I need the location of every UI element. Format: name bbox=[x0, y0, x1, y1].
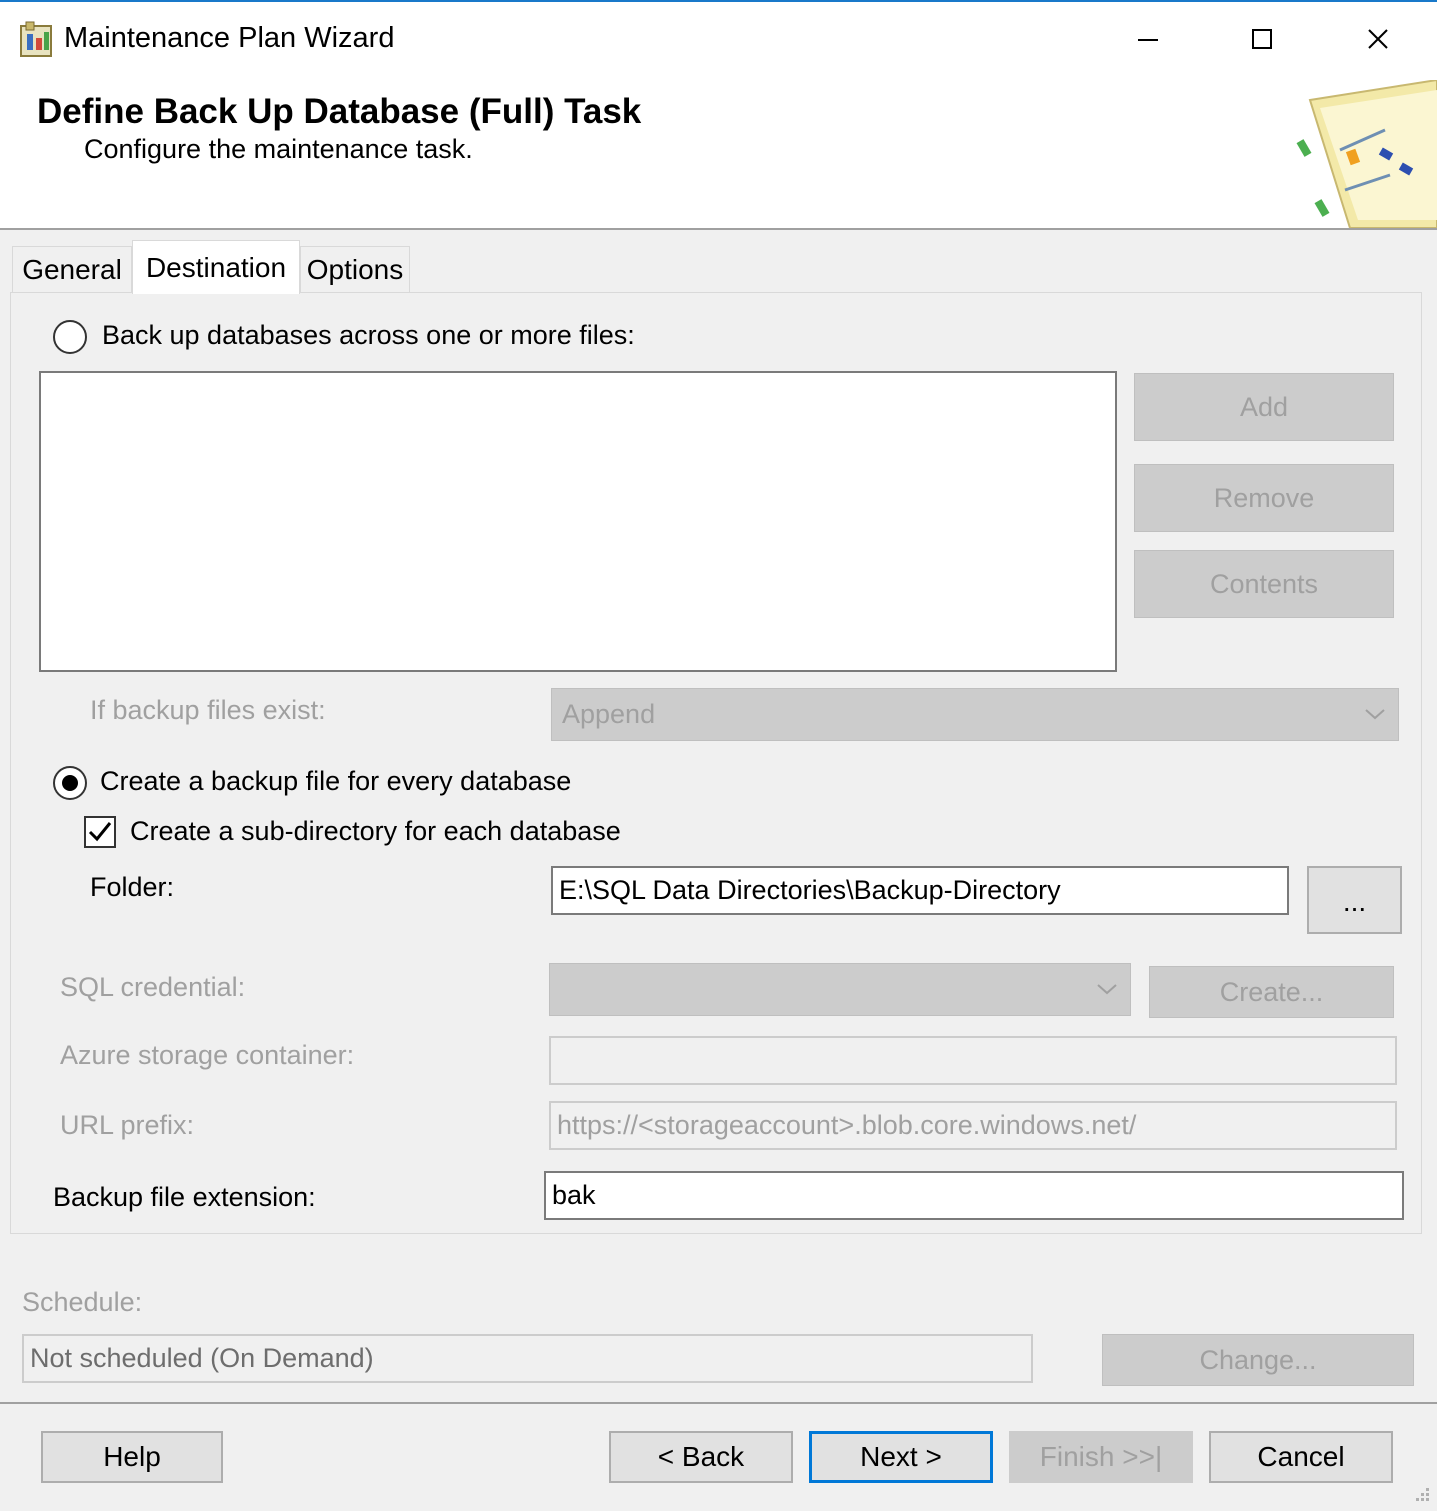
cancel-button-label: Cancel bbox=[1257, 1441, 1345, 1472]
next-button-label: Next > bbox=[860, 1441, 942, 1472]
azure-container-input[interactable] bbox=[549, 1036, 1397, 1085]
backup-extension-input[interactable]: bak bbox=[544, 1171, 1404, 1220]
sql-credential-label: SQL credential: bbox=[60, 972, 246, 1002]
finish-button-label: Finish >>| bbox=[1039, 1441, 1163, 1472]
header-divider bbox=[0, 228, 1437, 230]
backup-extension-label: Backup file extension: bbox=[53, 1182, 316, 1212]
chevron-down-icon bbox=[1365, 709, 1385, 720]
add-button-label: Add bbox=[1239, 391, 1289, 422]
help-button[interactable]: Help bbox=[41, 1431, 223, 1483]
tab-label: General bbox=[22, 253, 122, 285]
contents-button[interactable]: Contents bbox=[1134, 550, 1394, 618]
change-schedule-button[interactable]: Change... bbox=[1102, 1334, 1414, 1386]
next-button[interactable]: Next > bbox=[809, 1431, 993, 1483]
backup-files-list[interactable] bbox=[39, 371, 1117, 672]
resize-grip-icon[interactable] bbox=[1412, 1486, 1432, 1506]
radio-selected-dot bbox=[62, 775, 78, 791]
back-button[interactable]: < Back bbox=[609, 1431, 793, 1483]
across-files-label: Back up databases across one or more fil… bbox=[102, 320, 635, 350]
maintenance-plan-icon bbox=[18, 20, 58, 60]
backup-extension-value: bak bbox=[552, 1180, 596, 1210]
schedule-label: Schedule: bbox=[22, 1287, 143, 1317]
if-exist-label: If backup files exist: bbox=[90, 695, 326, 725]
add-button[interactable]: Add bbox=[1134, 373, 1394, 441]
if-exist-dropdown[interactable]: Append bbox=[551, 688, 1399, 741]
create-credential-button[interactable]: Create... bbox=[1149, 966, 1394, 1018]
tab-options[interactable]: Options bbox=[300, 246, 410, 292]
close-button[interactable] bbox=[1320, 10, 1435, 68]
tab-label: Destination bbox=[145, 251, 287, 283]
close-icon bbox=[1367, 29, 1388, 49]
back-button-label: < Back bbox=[657, 1441, 745, 1472]
footer-divider bbox=[0, 1402, 1437, 1404]
folder-input[interactable]: E:\SQL Data Directories\Backup-Directory bbox=[551, 866, 1289, 915]
every-db-radio[interactable] bbox=[53, 766, 87, 800]
if-exist-value: Append bbox=[562, 699, 656, 729]
url-prefix-input[interactable]: https://<storageaccount>.blob.core.windo… bbox=[549, 1101, 1397, 1150]
tab-label: Options bbox=[306, 253, 404, 285]
wizard-graphic-icon bbox=[1290, 78, 1437, 229]
folder-value: E:\SQL Data Directories\Backup-Directory bbox=[559, 875, 1061, 905]
folder-label: Folder: bbox=[90, 872, 175, 902]
schedule-input[interactable]: Not scheduled (On Demand) bbox=[22, 1334, 1033, 1383]
contents-button-label: Contents bbox=[1209, 568, 1319, 599]
remove-button-label: Remove bbox=[1213, 482, 1315, 513]
finish-button[interactable]: Finish >>| bbox=[1009, 1431, 1193, 1483]
browse-folder-button[interactable]: ... bbox=[1307, 866, 1402, 934]
azure-container-label: Azure storage container: bbox=[60, 1040, 355, 1070]
subdir-checkbox[interactable] bbox=[84, 816, 116, 848]
checkmark-icon bbox=[88, 822, 112, 842]
minimize-button[interactable] bbox=[1090, 10, 1205, 68]
url-prefix-value: https://<storageaccount>.blob.core.windo… bbox=[557, 1110, 1137, 1140]
remove-button[interactable]: Remove bbox=[1134, 464, 1394, 532]
page-subtitle: Configure the maintenance task. bbox=[84, 134, 473, 164]
schedule-value: Not scheduled (On Demand) bbox=[30, 1343, 374, 1373]
every-db-label: Create a backup file for every database bbox=[100, 766, 572, 796]
window-title: Maintenance Plan Wizard bbox=[64, 22, 395, 54]
tab-general[interactable]: General bbox=[12, 246, 132, 292]
minimize-icon bbox=[1137, 39, 1158, 41]
tab-destination[interactable]: Destination bbox=[132, 240, 300, 294]
subdir-label: Create a sub-directory for each database bbox=[130, 816, 621, 846]
across-files-radio[interactable] bbox=[53, 320, 87, 354]
maximize-icon bbox=[1251, 29, 1272, 49]
create-button-label: Create... bbox=[1219, 976, 1324, 1007]
maximize-button[interactable] bbox=[1204, 10, 1319, 68]
change-button-label: Change... bbox=[1199, 1344, 1317, 1375]
url-prefix-label: URL prefix: bbox=[60, 1110, 195, 1140]
page-title: Define Back Up Database (Full) Task bbox=[37, 92, 642, 131]
sql-credential-dropdown[interactable] bbox=[549, 963, 1131, 1016]
help-button-label: Help bbox=[103, 1441, 161, 1472]
cancel-button[interactable]: Cancel bbox=[1209, 1431, 1393, 1483]
browse-label: ... bbox=[1342, 886, 1367, 917]
chevron-down-icon bbox=[1097, 984, 1117, 995]
